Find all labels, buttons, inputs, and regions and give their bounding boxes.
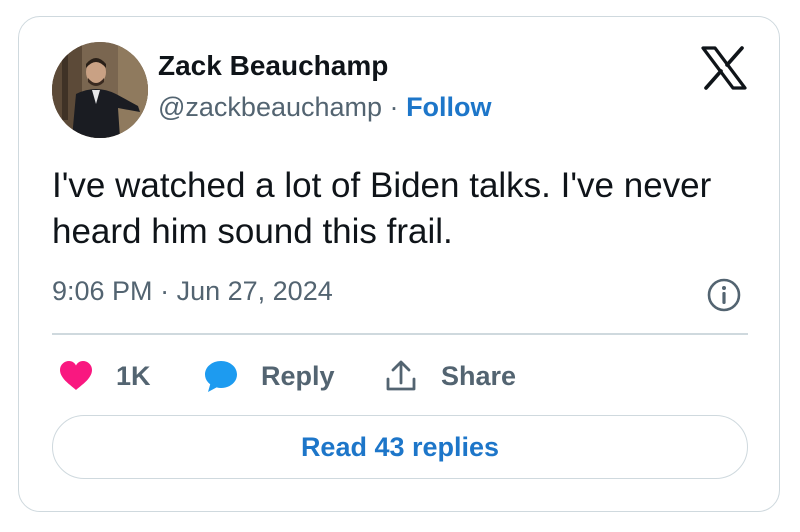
x-logo-icon[interactable] <box>700 46 748 90</box>
share-icon <box>386 360 416 391</box>
info-icon[interactable] <box>706 277 742 313</box>
speech-bubble-icon <box>205 361 237 392</box>
heart-icon <box>60 361 92 390</box>
divider <box>52 333 748 335</box>
read-replies-button[interactable]: Read 43 replies <box>52 415 748 479</box>
reply-button[interactable]: Reply <box>203 356 335 396</box>
share-label: Share <box>441 360 517 391</box>
separator-dot: · <box>160 276 170 306</box>
author-name[interactable]: Zack Beauchamp <box>158 50 388 82</box>
follow-button[interactable]: Follow <box>406 92 491 122</box>
tweet-date: Jun 27, 2024 <box>176 276 333 306</box>
tweet-timestamp[interactable]: 9:06 PM · Jun 27, 2024 <box>52 276 333 307</box>
tweet-time: 9:06 PM <box>52 276 153 306</box>
author-handle[interactable]: @zackbeauchamp <box>158 92 382 122</box>
share-button[interactable]: Share <box>385 356 516 396</box>
avatar[interactable] <box>52 42 148 138</box>
like-count: 1K <box>116 360 151 391</box>
author-handle-row: @zackbeauchamp · Follow <box>158 92 492 123</box>
avatar-photo <box>52 42 148 138</box>
reply-label: Reply <box>261 360 335 391</box>
like-button[interactable]: 1K <box>58 356 151 396</box>
tweet-text: I've watched a lot of Biden talks. I've … <box>52 166 712 251</box>
separator-dot: · <box>389 92 399 122</box>
